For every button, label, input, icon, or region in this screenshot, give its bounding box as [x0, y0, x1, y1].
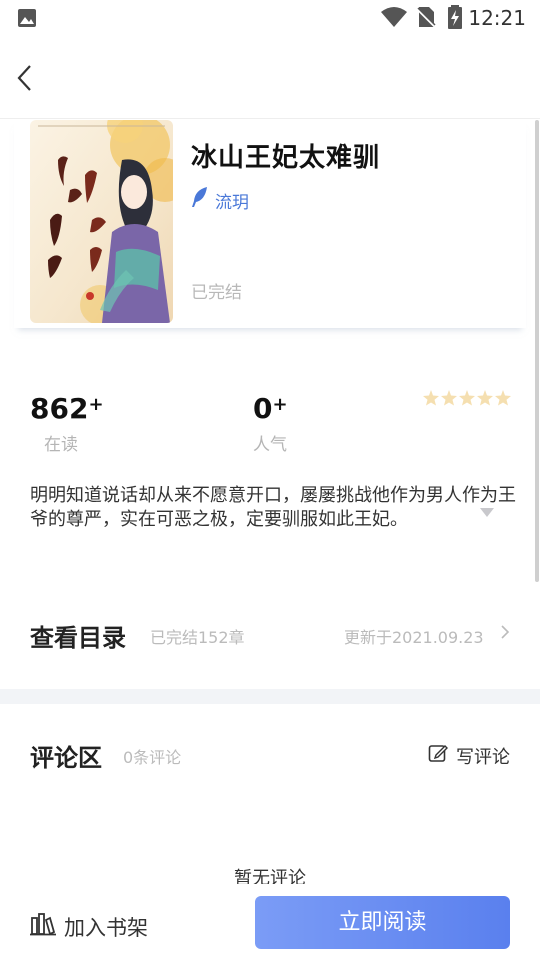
bookshelf-icon — [30, 913, 56, 936]
battery-charging-icon — [448, 5, 462, 29]
section-divider — [0, 689, 540, 704]
status-bar: 12:21 — [0, 0, 540, 36]
scrollbar[interactable] — [535, 120, 539, 582]
catalog-title: 查看目录 — [30, 624, 126, 652]
nav-divider — [0, 118, 540, 119]
no-sim-icon — [416, 7, 436, 28]
book-cover[interactable] — [30, 120, 173, 323]
write-comment-label: 写评论 — [456, 747, 510, 768]
chevron-right-icon — [501, 625, 510, 639]
book-status: 已完结 — [191, 283, 242, 303]
author-name: 流玥 — [215, 193, 249, 213]
status-time: 12:21 — [468, 6, 526, 30]
star-icon — [423, 390, 439, 406]
image-icon — [18, 9, 36, 27]
rating-stars — [423, 390, 511, 406]
readers-plus: + — [88, 394, 104, 415]
wifi-icon — [381, 7, 407, 27]
edit-icon — [428, 745, 448, 762]
readers-count: 862 — [30, 392, 89, 425]
popularity-stat: 0+ — [253, 392, 288, 425]
star-icon — [441, 390, 457, 406]
popularity-plus: + — [272, 394, 288, 415]
readers-stat: 862+ — [30, 392, 104, 425]
popularity-count: 0 — [253, 392, 273, 425]
book-title: 冰山王妃太难驯 — [191, 143, 381, 173]
expand-triangle-icon[interactable] — [480, 508, 494, 518]
book-cover-illustration — [30, 120, 173, 323]
catalog-chapter-count: 已完结152章 — [150, 628, 245, 647]
add-to-shelf-label: 加入书架 — [64, 916, 148, 940]
feather-pen-icon — [192, 187, 207, 207]
comments-title: 评论区 — [30, 744, 102, 772]
popularity-label: 人气 — [253, 435, 287, 455]
star-icon — [495, 390, 511, 406]
back-button[interactable] — [10, 60, 46, 96]
star-icon — [459, 390, 475, 406]
read-now-button[interactable]: 立即阅读 — [255, 896, 510, 949]
comments-count: 0条评论 — [123, 748, 182, 767]
catalog-updated: 更新于2021.09.23 — [344, 628, 484, 647]
star-icon — [477, 390, 493, 406]
readers-label: 在读 — [44, 435, 78, 455]
chevron-left-icon — [17, 65, 31, 91]
book-intro: 明明知道说话却从来不愿意开口，屡屡挑战他作为男人作为王爷的尊严，实在可恶之极，定… — [30, 485, 516, 530]
